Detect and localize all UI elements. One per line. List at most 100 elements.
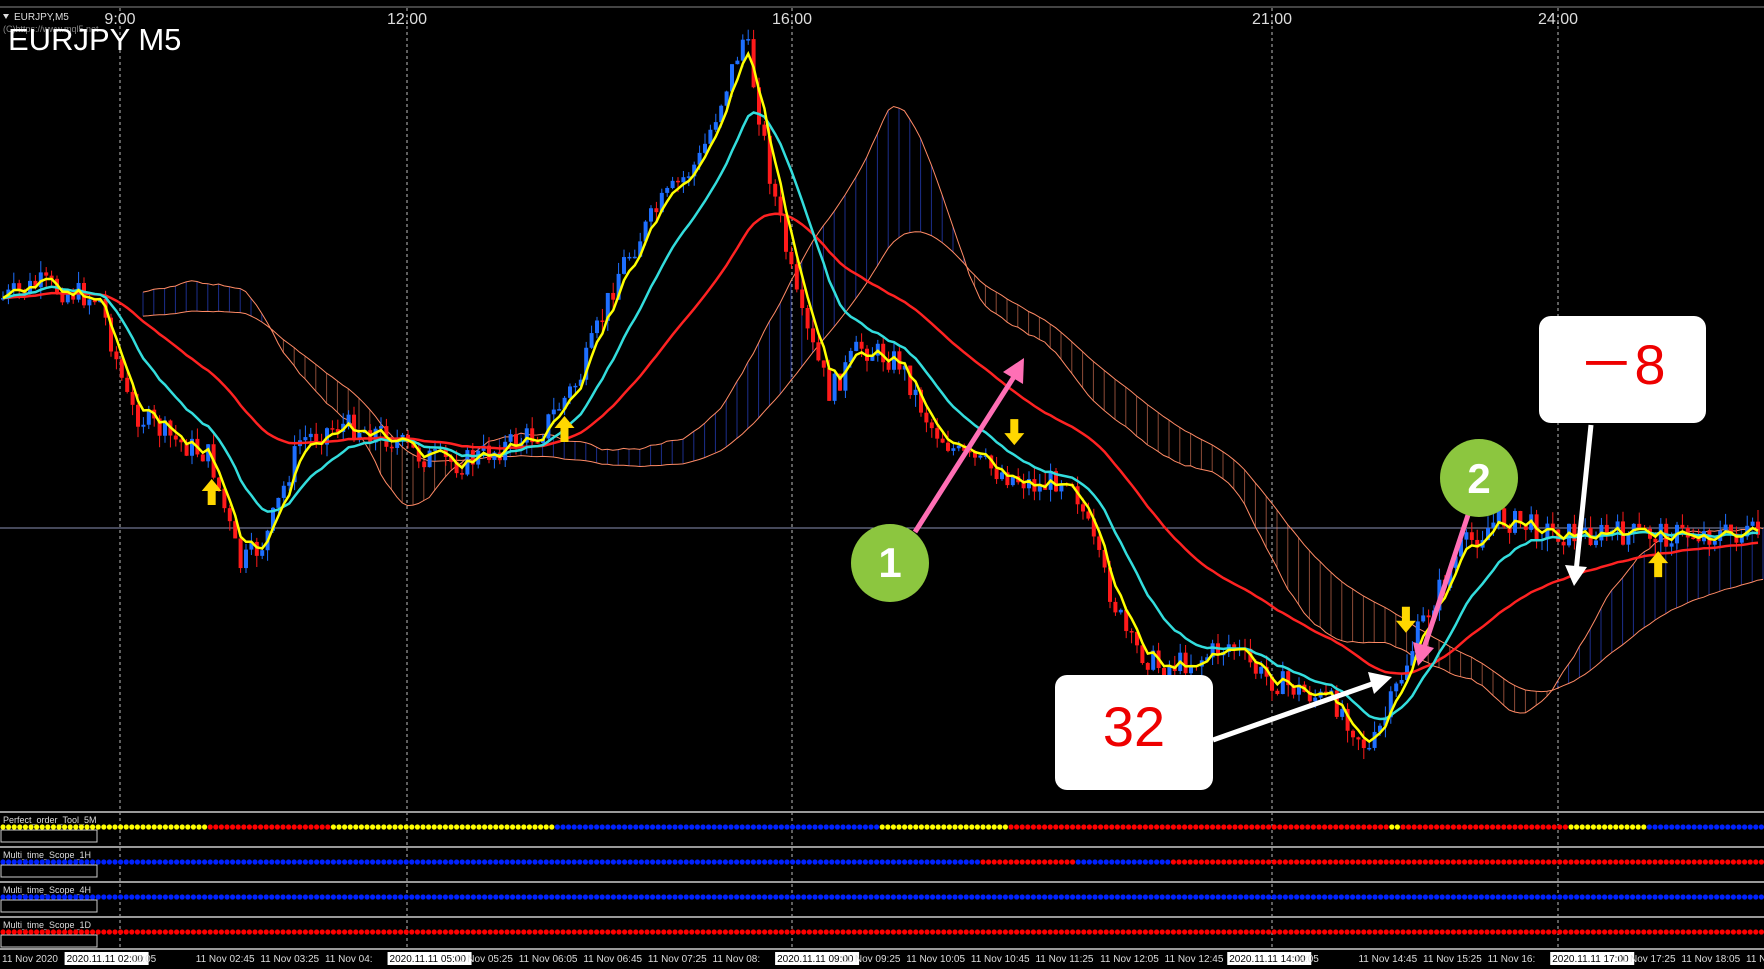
indicator-dot — [0, 859, 6, 865]
indicator-dot — [818, 824, 824, 830]
indicator-dot — [482, 859, 488, 865]
indicator-dot — [1086, 859, 1092, 865]
indicator-dot — [185, 859, 191, 865]
indicator-dot — [1529, 929, 1535, 935]
indicator-dot — [1221, 824, 1227, 830]
indicator-dot — [1557, 894, 1563, 900]
indicator-dot — [560, 929, 566, 935]
indicator-dot — [1596, 824, 1602, 830]
indicator-dot — [487, 929, 493, 935]
indicator-dot — [426, 859, 432, 865]
indicator-dot — [1086, 894, 1092, 900]
indicator-dot — [1025, 894, 1031, 900]
indicator-dot — [952, 929, 958, 935]
indicator-dot — [398, 824, 404, 830]
indicator-dot — [224, 929, 230, 935]
indicator-dot — [1305, 824, 1311, 830]
indicator-dot — [347, 929, 353, 935]
indicator-dot — [868, 894, 874, 900]
candle-body — [1000, 472, 1004, 480]
indicator-dot — [594, 824, 600, 830]
indicator-dot — [941, 894, 947, 900]
indicator-dot — [1109, 929, 1115, 935]
indicator-dot — [655, 929, 661, 935]
indicator-dot — [1243, 824, 1249, 830]
indicator-dot — [62, 894, 68, 900]
indicator-dot — [1081, 929, 1087, 935]
candle-body — [389, 446, 394, 449]
indicator-dot — [1193, 859, 1199, 865]
indicator-dot — [1165, 824, 1171, 830]
chart-canvas[interactable]: 9:00 12:00 16:00 21:00 24:00 EURJPY,M5 (C)ht… — [0, 0, 1764, 969]
indicator-dot — [151, 824, 157, 830]
callout-circle-1: 1 — [851, 524, 929, 602]
indicator-dot — [1758, 894, 1764, 900]
indicator-dot — [1428, 929, 1434, 935]
indicator-dot — [465, 894, 471, 900]
indicator-dot — [1042, 894, 1048, 900]
indicator-dot — [1075, 894, 1081, 900]
indicator-dot — [454, 929, 460, 935]
indicator-dot — [95, 929, 101, 935]
indicator-dot — [834, 824, 841, 830]
indicator-dot — [476, 824, 482, 830]
indicator-dot — [1434, 929, 1440, 935]
indicator-dot — [1126, 824, 1132, 830]
indicator-dot — [616, 894, 622, 900]
indicator-dot — [1506, 824, 1512, 830]
indicator-dot — [330, 859, 336, 865]
indicator-dot — [1428, 859, 1434, 865]
indicator-dot — [683, 824, 689, 830]
indicator-dot — [885, 894, 891, 900]
candle-body — [1129, 631, 1134, 633]
indicator-dot — [106, 859, 112, 865]
indicator-dot — [392, 824, 398, 830]
indicator-dot — [1641, 859, 1647, 865]
indicator-dot — [157, 894, 163, 900]
indicator-dot — [650, 929, 656, 935]
indicator-dot — [1562, 824, 1568, 830]
indicator-dot — [1176, 929, 1182, 935]
indicator-dot — [381, 894, 387, 900]
indicator-dot — [336, 894, 342, 900]
indicator-dot — [1344, 859, 1350, 865]
indicator-dot — [1198, 859, 1204, 865]
indicator-dot — [230, 929, 236, 935]
indicator-dot — [459, 824, 465, 830]
time-label-bottom: 11 Nov 12:05 — [1100, 954, 1159, 965]
indicator-dot — [118, 929, 124, 935]
indicator-dot — [689, 894, 695, 900]
indicator-dot — [185, 929, 191, 935]
indicator-dot — [689, 824, 695, 830]
indicator-dot — [67, 859, 73, 865]
indicator-dot — [1590, 894, 1596, 900]
indicator-dot — [1445, 824, 1451, 830]
indicator-dot — [342, 859, 348, 865]
candle-body — [681, 177, 686, 183]
indicator-dot — [1131, 859, 1137, 865]
indicator-dot — [756, 894, 762, 900]
indicator-dot — [241, 859, 247, 865]
indicator-dot — [174, 824, 180, 830]
candle-body — [1464, 532, 1469, 540]
candle-body — [379, 426, 383, 429]
indicator-dot — [1277, 824, 1283, 830]
indicator-dot — [918, 894, 925, 900]
candle-body — [589, 333, 594, 348]
time-label-bottom: 11 Nov 16: — [1488, 954, 1536, 965]
indicator-dot — [1058, 929, 1064, 935]
indicator-dot — [655, 894, 661, 900]
indicator-dot — [1462, 929, 1468, 935]
indicator-dot — [493, 859, 499, 865]
indicator-dot — [22, 824, 28, 830]
indicator-dot — [213, 859, 219, 865]
indicator-dot — [1618, 929, 1624, 935]
indicator-dot — [1725, 824, 1731, 830]
indicator-dot — [722, 859, 729, 865]
indicator-dot — [678, 894, 684, 900]
indicator-dot — [1221, 894, 1227, 900]
indicator-dot — [1568, 824, 1574, 830]
indicator-dot — [1501, 894, 1507, 900]
indicator-dot — [1534, 929, 1540, 935]
indicator-dot — [1103, 894, 1109, 900]
